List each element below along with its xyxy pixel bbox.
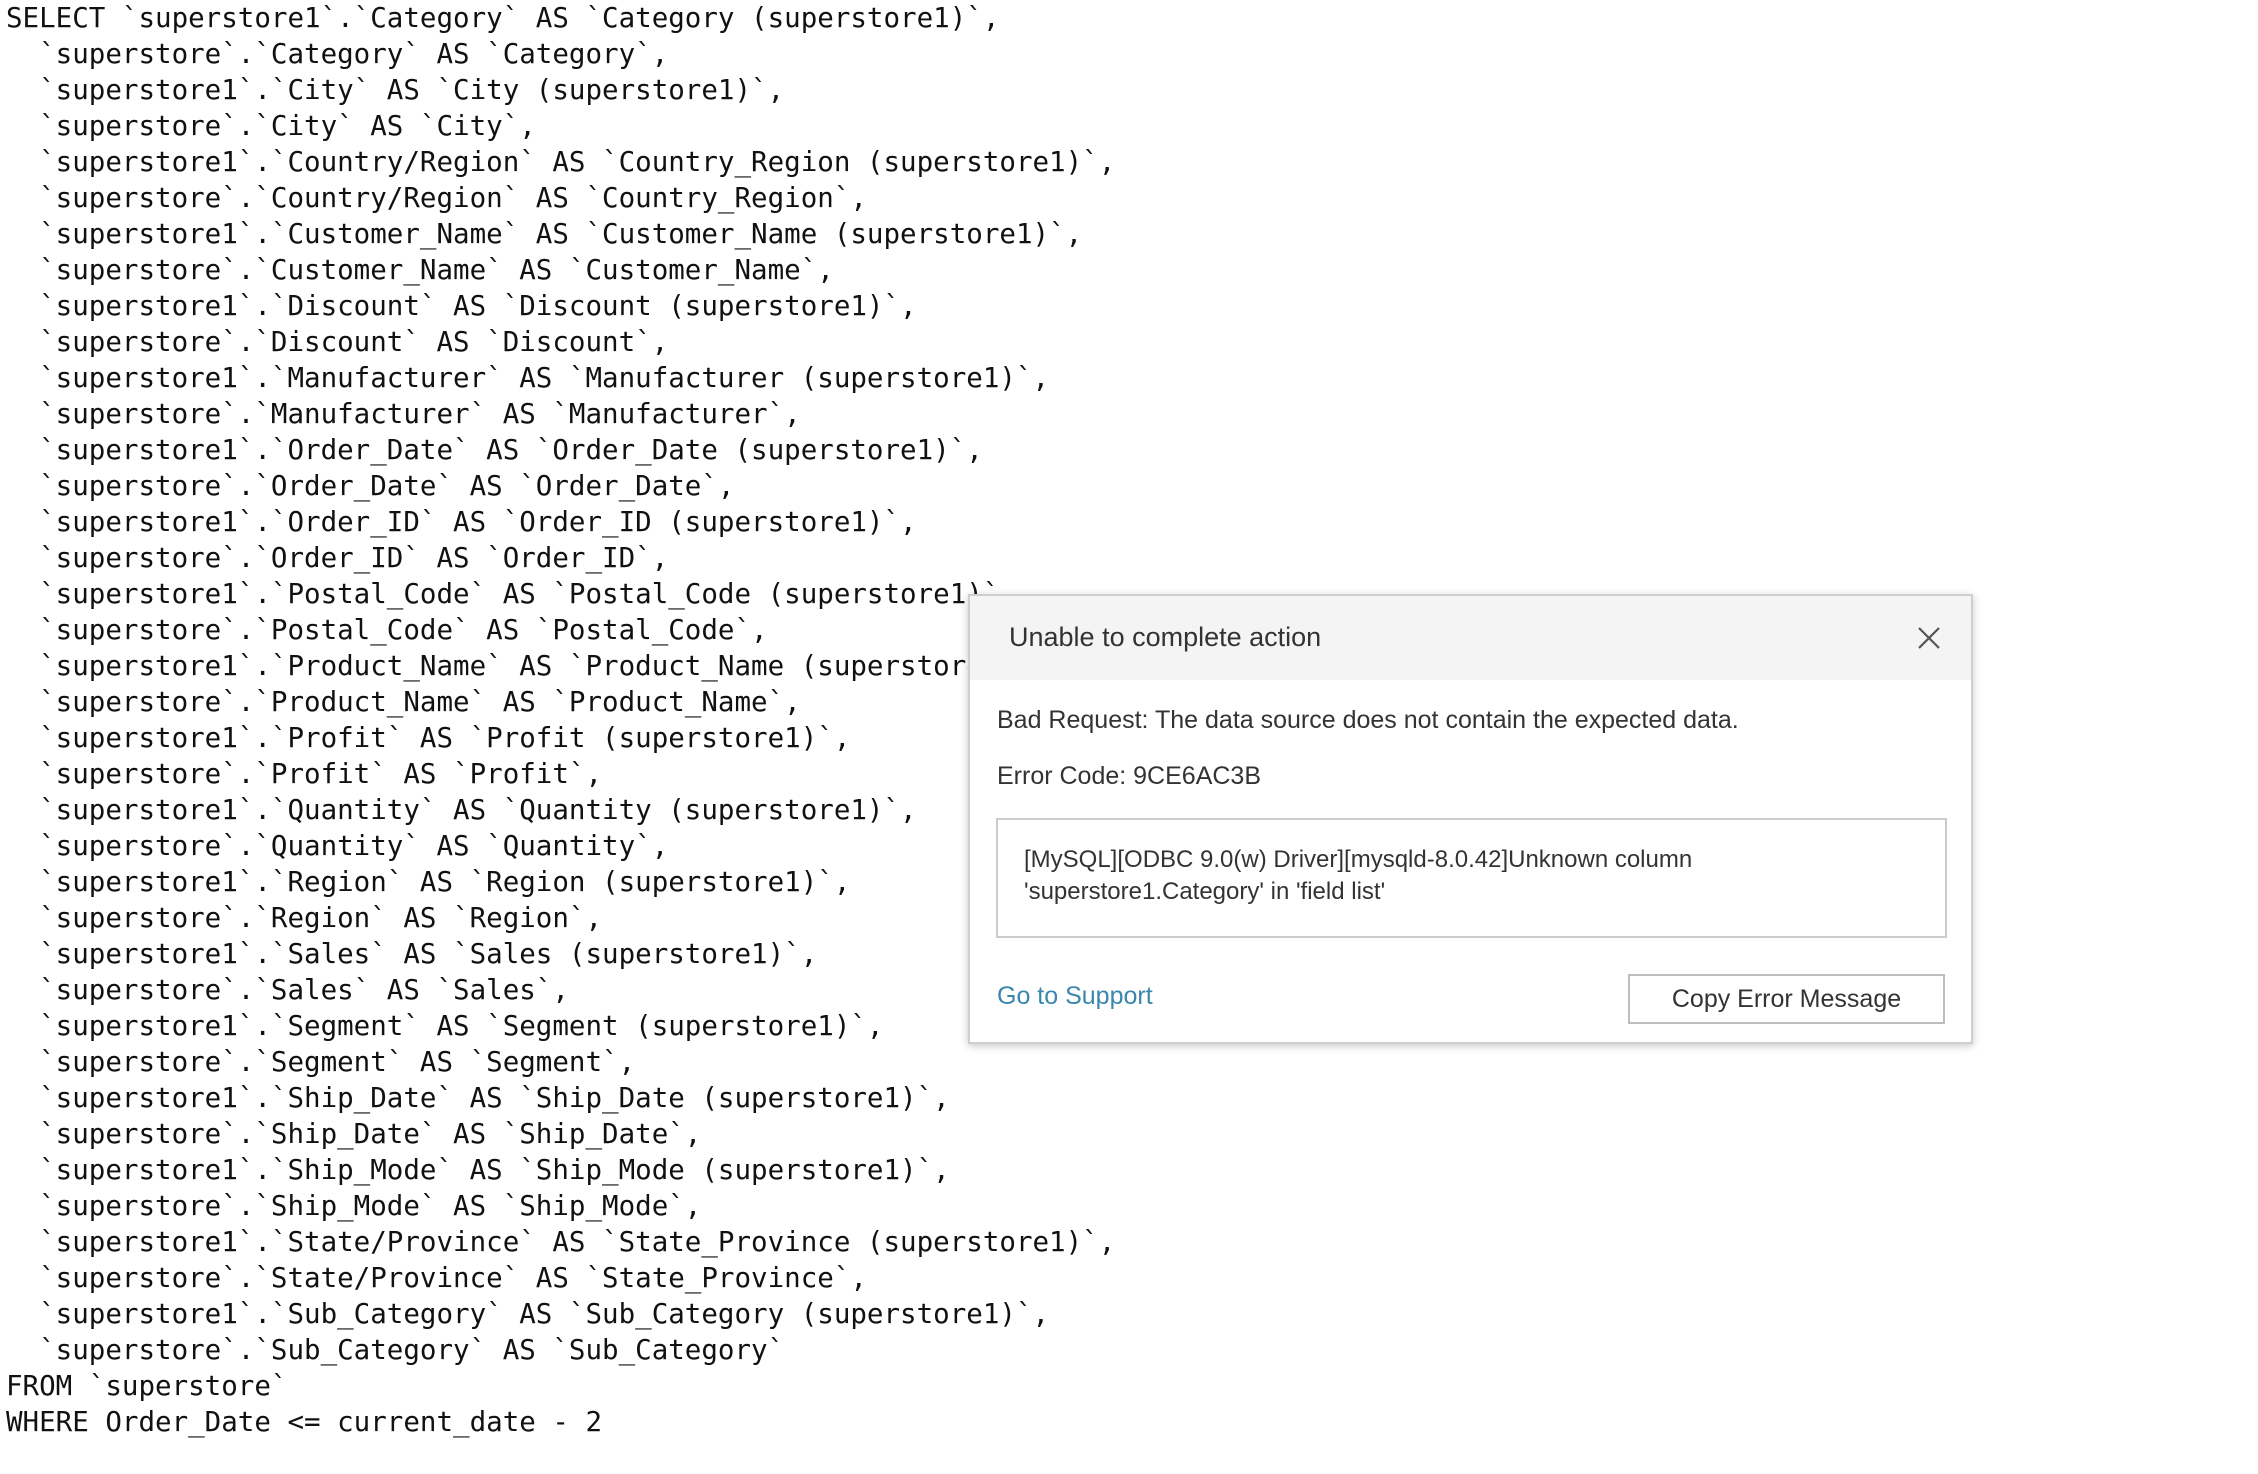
sql-line: WHERE Order_Date <= current_date - 2 [6,1406,603,1438]
sql-line: `superstore`.`Postal_Code` AS `Postal_Co… [6,614,768,646]
sql-line: `superstore1`.`Product_Name` AS `Product… [6,650,1050,682]
sql-line: FROM `superstore` [6,1370,288,1402]
sql-line: `superstore1`.`Order_ID` AS `Order_ID (s… [6,506,917,538]
sql-line: `superstore1`.`Profit` AS `Profit (super… [6,722,851,754]
sql-line: `superstore`.`Sales` AS `Sales`, [6,974,569,1006]
error-details-text: [MySQL][ODBC 9.0(w) Driver][mysqld-8.0.4… [1024,846,1693,905]
copy-error-message-button[interactable]: Copy Error Message [1628,974,1945,1024]
sql-line: `superstore`.`Country/Region` AS `Countr… [6,182,867,214]
sql-line: `superstore1`.`Region` AS `Region (super… [6,866,851,898]
go-to-support-link[interactable]: Go to Support [997,982,1153,1011]
close-button[interactable] [1907,616,1951,660]
sql-line: `superstore1`.`Sales` AS `Sales (superst… [6,938,818,970]
sql-line: `superstore1`.`Sub_Category` AS `Sub_Cat… [6,1298,1050,1330]
sql-line: `superstore`.`Ship_Mode` AS `Ship_Mode`, [6,1190,702,1222]
sql-line: `superstore1`.`State/Province` AS `State… [6,1226,1116,1258]
sql-line: `superstore1`.`City` AS `City (superstor… [6,74,785,106]
sql-line: `superstore1`.`Discount` AS `Discount (s… [6,290,917,322]
sql-line: `superstore1`.`Segment` AS `Segment (sup… [6,1010,884,1042]
sql-line: `superstore`.`Profit` AS `Profit`, [6,758,603,790]
sql-line: `superstore`.`Order_Date` AS `Order_Date… [6,470,735,502]
error-dialog: Unable to complete action Bad Request: T… [968,594,1973,1044]
sql-line: `superstore1`.`Order_Date` AS `Order_Dat… [6,434,983,466]
error-code: Error Code: 9CE6AC3B [997,762,1262,790]
sql-query-text: SELECT `superstore1`.`Category` AS `Cate… [6,0,1126,1474]
sql-line: `superstore`.`Order_ID` AS `Order_ID`, [6,542,669,574]
sql-line: `superstore1`.`Customer_Name` AS `Custom… [6,218,1083,250]
sql-line: `superstore`.`Quantity` AS `Quantity`, [6,830,669,862]
error-message: Bad Request: The data source does not co… [997,706,1739,734]
sql-line: `superstore`.`Region` AS `Region`, [6,902,603,934]
dialog-header: Unable to complete action [970,596,1971,680]
sql-line: `superstore1`.`Manufacturer` AS `Manufac… [6,362,1050,394]
sql-line: `superstore`.`Category` AS `Category`, [6,38,669,70]
sql-line: `superstore`.`Product_Name` AS `Product_… [6,686,801,718]
sql-line: `superstore`.`Ship_Date` AS `Ship_Date`, [6,1118,702,1150]
sql-line: `superstore`.`Manufacturer` AS `Manufact… [6,398,801,430]
sql-line: `superstore1`.`Postal_Code` AS `Postal_C… [6,578,1016,610]
sql-line: SELECT `superstore1`.`Category` AS `Cate… [6,2,1000,34]
sql-line: `superstore`.`Discount` AS `Discount`, [6,326,669,358]
dialog-title: Unable to complete action [1009,622,1322,652]
sql-line: `superstore1`.`Country/Region` AS `Count… [6,146,1116,178]
error-details-box: [MySQL][ODBC 9.0(w) Driver][mysqld-8.0.4… [996,818,1947,938]
sql-line: `superstore1`.`Ship_Date` AS `Ship_Date … [6,1082,950,1114]
sql-line: `superstore`.`Segment` AS `Segment`, [6,1046,636,1078]
close-icon [1918,627,1940,649]
sql-line: `superstore`.`City` AS `City`, [6,110,536,142]
sql-line: `superstore`.`State/Province` AS `State_… [6,1262,867,1294]
sql-line: `superstore1`.`Quantity` AS `Quantity (s… [6,794,917,826]
sql-line: `superstore`.`Sub_Category` AS `Sub_Cate… [6,1334,785,1366]
sql-line: `superstore1`.`Ship_Mode` AS `Ship_Mode … [6,1154,950,1186]
sql-line: `superstore`.`Customer_Name` AS `Custome… [6,254,834,286]
